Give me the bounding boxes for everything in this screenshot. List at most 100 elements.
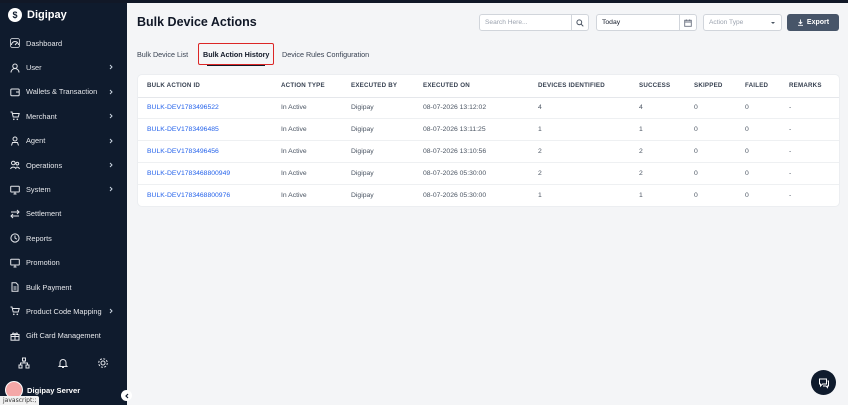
sidebar-item-label: Dashboard [26,38,63,48]
table-row: BULK-DEV1783496522 In Active Digipay 08-07-… [138,97,839,120]
chevron-right-icon [107,137,115,145]
sidebar-item-wallets-and-transaction[interactable]: Wallets & Transaction [0,80,127,104]
table-cell: 0 [736,140,780,163]
sidebar-item-system[interactable]: System [0,177,127,201]
search-input[interactable] [480,15,571,30]
table-cell: 0 [685,140,736,163]
history-table-card: Bulk Action ID Action Type Executed By Exec… [138,75,839,206]
gift-icon [9,330,20,341]
sidebar-item-label: Promotion [26,258,60,268]
table-row: BULK-DEV1783468800949 In Active Digipay 08-… [138,162,839,185]
download-icon [797,19,803,26]
column-header: Skipped [685,75,736,98]
table-row: BULK-DEV1783496485 In Active Digipay 08-07-… [138,118,839,142]
page-title: Bulk Device Actions [137,15,257,29]
brand[interactable]: $ Digipay [8,8,67,22]
monitor-icon [9,184,20,195]
tab-device-rules-configuration[interactable]: Device Rules Configuration [282,43,369,65]
tab-bulk-device-list[interactable]: Bulk Device List [137,43,188,65]
top-strip [0,0,848,3]
column-header: Bulk Action ID [138,75,272,98]
monitor-icon [9,257,20,268]
bulk-action-id-link[interactable]: BULK-DEV1783468800976 [138,184,272,206]
sidebar-item-promotion[interactable]: Promotion [0,251,127,275]
table-cell: In Active [272,118,342,142]
column-header: Success [630,75,685,98]
user-icon [9,62,20,73]
date-value: Today [602,19,621,26]
chat-button[interactable] [811,370,836,395]
table-cell: - [789,191,792,199]
calendar-button[interactable] [679,15,696,30]
sidebar-item-settlement[interactable]: Settlement [0,202,127,226]
table-cell: 0 [736,162,780,185]
caret-down-icon [771,21,775,24]
sidebar-item-label: Gift Card Management [26,331,101,341]
sidebar-item-label: Product Code Mapping [26,306,102,316]
sidebar-item-agent[interactable]: Agent [0,129,127,153]
sidebar-item-merchant[interactable]: Merchant [0,104,127,128]
table-header-row: Bulk Action ID Action Type Executed By Exec… [138,75,839,98]
table-cell: 0 [745,191,749,199]
brand-logo-icon: $ [8,8,22,22]
table-row: BULK-DEV1783496456 In Active Digipay 08-07-… [138,140,839,163]
export-button[interactable]: Export [787,14,839,31]
table-cell: 0 [736,97,780,120]
sidebar-item-user[interactable]: User [0,55,127,79]
table-cell: - [780,118,839,142]
chevron-right-icon [107,63,115,71]
bulk-action-id-link[interactable]: BULK-DEV1783496522 [138,97,272,120]
dashboard-icon [9,38,20,49]
chevron-right-icon [107,88,115,96]
sitemap-icon[interactable] [18,357,30,369]
column-header: Remarks [780,75,839,98]
sidebar-collapse-button[interactable] [121,390,132,401]
table-cell: In Active [281,191,307,199]
search-button[interactable] [571,15,588,30]
chat-icon [818,378,829,389]
sidebar-item-reports[interactable]: Reports [0,226,127,250]
table-cell: Digipay [351,191,374,199]
table-cell: 2 [529,140,630,163]
cart-icon [9,111,20,122]
date-picker[interactable]: Today [596,14,697,31]
sidebar-item-label: Settlement [26,209,62,219]
chevron-right-icon [107,161,115,169]
document-icon [9,282,20,293]
search-box [479,14,589,31]
sidebar-footer-icons [0,351,127,375]
search-icon [576,18,584,27]
sidebar-item-dashboard[interactable]: Dashboard [0,31,127,55]
action-type-select[interactable]: Action Type [703,14,782,31]
sidebar-item-product-code-mapping[interactable]: Product Code Mapping [0,299,127,323]
bulk-action-id-link[interactable]: BULK-DEV1783496456 [138,140,272,163]
column-header: Executed On [414,75,529,98]
bulk-action-id-link[interactable]: BULK-DEV1783496485 [138,118,272,142]
calendar-icon [684,18,692,27]
table-cell: 08-07-2026 05:30:00 [423,191,487,199]
chevron-right-icon [107,185,115,193]
bell-icon[interactable] [57,357,69,369]
agent-icon [9,135,20,146]
sidebar-item-label: System [26,185,51,195]
sidebar-item-operations[interactable]: Operations [0,153,127,177]
sidebar-item-gift-card-management[interactable]: Gift Card Management [0,324,127,348]
sidebar-item-bulk-payment[interactable]: Bulk Payment [0,275,127,299]
clock-icon [9,233,20,244]
table-cell: 1 [529,118,630,142]
chevron-left-icon [124,393,128,398]
column-header: Action Type [272,75,342,98]
table-cell: 1 [639,191,643,199]
table-cell: Digipay [342,140,414,163]
status-bar-url: javascript:; [0,396,40,405]
table-cell: In Active [272,162,342,185]
table-cell: 2 [630,140,685,163]
gear-icon[interactable] [97,357,109,369]
brand-name: Digipay [27,9,67,21]
column-header: Executed By [342,75,414,98]
chevron-right-icon [107,112,115,120]
tab-bulk-action-history[interactable]: Bulk Action History [198,43,275,66]
bulk-action-id-link[interactable]: BULK-DEV1783468800949 [138,162,272,185]
table-cell: 0 [694,191,698,199]
transfer-icon [9,208,20,219]
